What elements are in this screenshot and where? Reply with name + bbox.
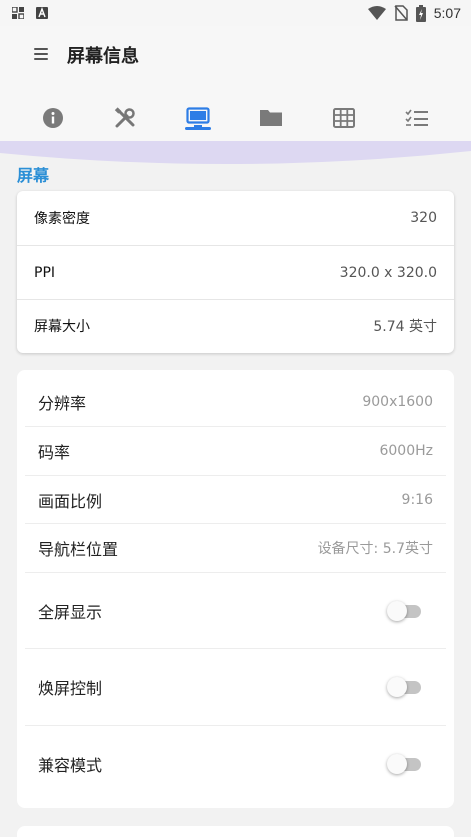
status-clock: 5:07 bbox=[433, 5, 461, 21]
tab-folder[interactable] bbox=[251, 98, 291, 138]
toggle-thumb bbox=[387, 754, 407, 774]
status-left bbox=[12, 7, 48, 19]
row-value: 设备尺寸: 5.7英寸 bbox=[317, 541, 433, 557]
toggle-thumb bbox=[387, 677, 407, 697]
row-value: 320 bbox=[410, 210, 437, 226]
row-pixel-density[interactable]: 像素密度 320 bbox=[17, 191, 454, 245]
row-value: 9:16 bbox=[401, 492, 433, 508]
toggle-thumb bbox=[387, 601, 407, 621]
row-value: 5.74 英寸 bbox=[373, 319, 437, 335]
row-screen-size[interactable]: 屏幕大小 5.74 英寸 bbox=[17, 299, 454, 353]
app-bar: 屏幕信息 bbox=[0, 26, 471, 143]
row-compat-mode: 兼容模式 bbox=[17, 726, 454, 802]
row-navbar-position[interactable]: 导航栏位置 设备尺寸: 5.7英寸 bbox=[17, 524, 454, 572]
row-resolution[interactable]: 分辨率 900x1600 bbox=[17, 378, 454, 426]
battery-charging-icon bbox=[415, 4, 426, 22]
screen-info-card: 像素密度 320 PPI 320.0 x 320.0 屏幕大小 5.74 英寸 bbox=[17, 191, 454, 353]
status-bar: 5:07 bbox=[0, 0, 471, 26]
active-tab-indicator bbox=[185, 127, 211, 130]
notification-grid-icon bbox=[12, 7, 24, 19]
tab-tools[interactable] bbox=[105, 98, 145, 138]
tab-grid[interactable] bbox=[324, 98, 364, 138]
page-title: 屏幕信息 bbox=[67, 46, 139, 67]
toggle-label: 兼容模式 bbox=[38, 756, 103, 775]
row-aspect-ratio[interactable]: 画面比例 9:16 bbox=[17, 476, 454, 524]
row-screen-control: 焕屏控制 bbox=[17, 649, 454, 725]
checklist-icon bbox=[405, 109, 428, 126]
fullscreen-toggle[interactable] bbox=[387, 601, 423, 621]
display-settings-card: 分辨率 900x1600 码率 6000Hz 画面比例 9:16 导航栏位置 设… bbox=[17, 370, 454, 808]
row-value: 320.0 x 320.0 bbox=[339, 265, 437, 281]
header-wave-decoration bbox=[0, 141, 471, 165]
row-label: 导航栏位置 bbox=[38, 540, 119, 559]
row-label: 码率 bbox=[38, 443, 71, 462]
row-label: 分辨率 bbox=[38, 394, 87, 413]
tab-info[interactable] bbox=[33, 98, 73, 138]
compat-mode-toggle[interactable] bbox=[387, 754, 423, 774]
tab-screen[interactable] bbox=[178, 98, 218, 138]
toggle-label: 焕屏控制 bbox=[38, 679, 103, 698]
row-fullscreen: 全屏显示 bbox=[17, 573, 454, 649]
next-card bbox=[17, 826, 454, 837]
menu-icon[interactable] bbox=[34, 47, 50, 61]
row-label: PPI bbox=[34, 265, 56, 281]
row-bitrate[interactable]: 码率 6000Hz bbox=[17, 427, 454, 475]
screen-control-toggle[interactable] bbox=[387, 677, 423, 697]
tab-checklist[interactable] bbox=[397, 98, 437, 138]
no-sim-icon bbox=[394, 5, 408, 21]
row-value: 900x1600 bbox=[362, 394, 433, 410]
tab-bar bbox=[0, 98, 471, 143]
status-right: 5:07 bbox=[367, 4, 461, 22]
toggle-label: 全屏显示 bbox=[38, 603, 103, 622]
wifi-icon bbox=[367, 6, 386, 20]
info-icon bbox=[43, 108, 63, 128]
row-label: 像素密度 bbox=[34, 211, 90, 227]
tools-icon bbox=[114, 107, 135, 128]
row-label: 屏幕大小 bbox=[34, 319, 90, 335]
text-a-icon bbox=[36, 7, 48, 19]
row-ppi[interactable]: PPI 320.0 x 320.0 bbox=[17, 246, 454, 300]
grid-icon bbox=[333, 108, 355, 128]
monitor-icon bbox=[186, 107, 210, 127]
folder-icon bbox=[260, 110, 282, 126]
section-title: 屏幕 bbox=[17, 166, 50, 185]
row-value: 6000Hz bbox=[379, 443, 433, 459]
row-label: 画面比例 bbox=[38, 492, 103, 511]
